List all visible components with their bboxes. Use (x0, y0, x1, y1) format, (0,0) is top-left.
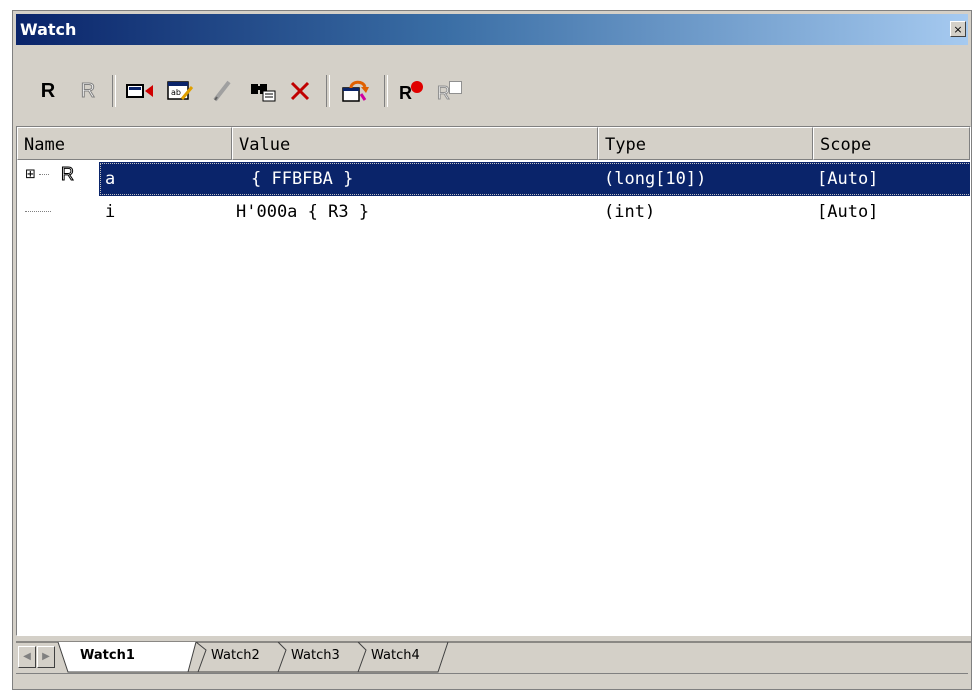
clear-breakpoint-icon: R (435, 79, 465, 104)
column-header-name[interactable]: Name (17, 127, 232, 160)
add-register-watch-icon: R (40, 79, 56, 102)
set-breakpoint-button[interactable]: R (396, 77, 428, 105)
status-bar (16, 673, 968, 686)
set-breakpoint-icon: R (397, 79, 427, 103)
add-register-watch-button[interactable]: R (36, 77, 60, 105)
row-scope: [Auto] (817, 169, 879, 189)
tab-outlines (16, 641, 971, 673)
toolbar-separator (326, 75, 330, 107)
add-watch-icon (126, 84, 153, 98)
edit-pencil-button[interactable] (208, 77, 236, 105)
row-name: a (105, 169, 116, 189)
edit-value-button[interactable]: ab (164, 77, 196, 105)
watch-grid: Name Value Type Scope ⊞ R a { FFBFBA } (… (16, 126, 971, 636)
tab-watch2[interactable]: Watch2 (211, 641, 260, 671)
svg-text:ab: ab (171, 88, 181, 97)
find-icon (251, 84, 276, 102)
edit-value-icon: ab (167, 81, 194, 100)
close-icon[interactable]: × (950, 21, 966, 37)
toolbar: R R ab R R (16, 55, 968, 125)
row-name: i (105, 202, 116, 222)
edit-pencil-icon (213, 80, 231, 102)
remove-register-watch-icon: R (80, 79, 96, 102)
find-button[interactable] (248, 77, 280, 105)
row-value: H'000a { R3 } (236, 202, 370, 222)
row-type: (long[10]) (604, 169, 707, 189)
tab-watch4[interactable]: Watch4 (371, 641, 420, 671)
tree-line (39, 174, 49, 175)
row-value: { FFBFBA } (251, 169, 354, 189)
expand-icon[interactable]: ⊞ (25, 167, 36, 182)
title-bar[interactable]: Watch × (16, 14, 968, 45)
row-type: (int) (604, 202, 656, 222)
clear-breakpoint-button[interactable]: R (434, 77, 466, 105)
remove-register-watch-button[interactable]: R (76, 77, 100, 105)
column-header-scope[interactable]: Scope (813, 127, 970, 160)
tree-line (25, 211, 51, 212)
delete-button[interactable] (286, 77, 314, 105)
toolbar-separator (384, 75, 388, 107)
refresh-icon (342, 80, 369, 102)
toolbar-separator (112, 75, 116, 107)
row-scope: [Auto] (817, 202, 879, 222)
add-watch-button[interactable] (124, 77, 156, 105)
selected-row-highlight: a { FFBFBA } (long[10]) [Auto] (99, 162, 970, 196)
refresh-button[interactable] (338, 77, 372, 105)
register-icon: R (61, 164, 75, 185)
watch-tabs: ◀ ▶ Watch1 Watch2 Watch3 Watch4 (16, 641, 971, 677)
tab-watch1[interactable]: Watch1 (80, 641, 135, 671)
window-title: Watch (20, 20, 77, 39)
delete-icon (290, 81, 310, 101)
column-header-type[interactable]: Type (598, 127, 813, 160)
tab-watch3[interactable]: Watch3 (291, 641, 340, 671)
watch-window: Watch × R R ab R R Name Value Type Scope… (12, 10, 972, 690)
column-header-value[interactable]: Value (232, 127, 598, 160)
